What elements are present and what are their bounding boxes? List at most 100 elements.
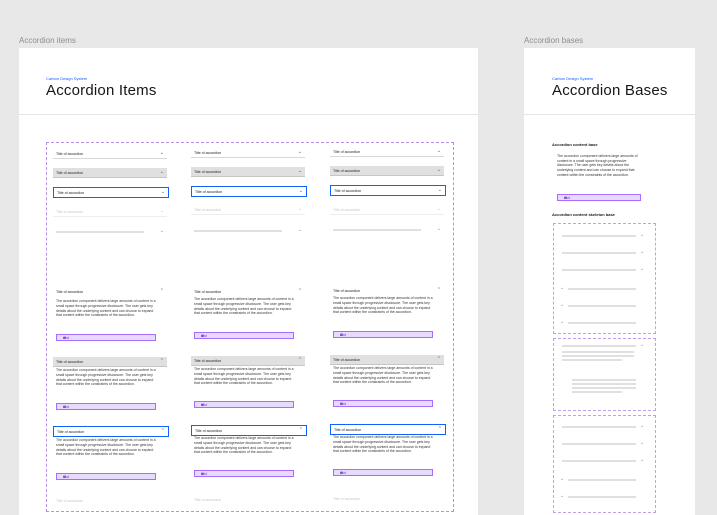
accordion-item-expanded[interactable]: Title of accordion ⌃ [53, 287, 167, 296]
slot-placeholder: ⇄ Slot [194, 401, 294, 408]
accordion-item-closed[interactable]: Title of accordion ⌄ [53, 149, 167, 159]
skeleton-bar [333, 229, 421, 231]
accordion-title: Title of accordion [56, 152, 84, 156]
chevron-down-icon: ⌄ [298, 188, 303, 194]
skeleton-line [562, 355, 634, 357]
accordion-item-expanded-hover[interactable]: Title of accordion ⌃ [330, 355, 444, 365]
accordion-title: Title of accordion [56, 499, 84, 503]
chevron-down-icon: ⌄ [297, 149, 302, 155]
chevron-down-icon: ⌄ [436, 226, 441, 232]
slot-placeholder: ⇄ Slot [194, 332, 294, 339]
chevron-down-icon: ⌄ [160, 189, 165, 195]
skeleton-line [562, 345, 636, 347]
skeleton-line [572, 379, 636, 381]
accordion-title: Title of accordion [333, 289, 361, 293]
chevron-up-icon: ⌃ [297, 357, 302, 363]
accordion-title: Title of accordion [195, 429, 223, 433]
accordion-item-focus[interactable]: Title of accordion ⌄ [53, 187, 169, 198]
slot-placeholder: ⇄ Slot [333, 400, 433, 407]
chevron-down-icon: ⌄ [159, 150, 164, 156]
accordion-item-expanded-disabled: Title of accordion [191, 495, 305, 504]
chevron-down-icon: ⌄ [436, 206, 441, 212]
chevron-down-icon: ⌄ [560, 319, 565, 325]
chevron-up-icon: ⌃ [436, 287, 441, 293]
chevron-down-icon: ⌄ [640, 457, 645, 463]
accordion-item-expanded-hover[interactable]: Title of accordion ⌃ [191, 356, 305, 366]
chevron-down-icon: ⌄ [560, 476, 565, 482]
accordion-body: The accordion component delivers large a… [56, 299, 156, 318]
slot-label: Slot [63, 336, 69, 340]
accordion-item-hover[interactable]: Title of accordion ⌄ [330, 166, 444, 176]
accordion-item-expanded[interactable]: Title of accordion ⌃ [191, 287, 305, 296]
chevron-down-icon: ⌄ [437, 187, 442, 193]
frame-header: Carbon Design System Accordion Items [19, 48, 478, 115]
eyebrow-text: Carbon Design System [46, 76, 88, 81]
accordion-item-expanded-focus[interactable]: Title of accordion ⌃ [330, 424, 446, 435]
chevron-down-icon: ⌄ [560, 493, 565, 499]
chevron-up-icon: ⌃ [159, 358, 164, 364]
slot-label: Slot [63, 475, 69, 479]
chevron-up-icon: ⌃ [297, 288, 302, 294]
chevron-down-icon: ⌄ [640, 342, 645, 348]
accordion-item-expanded-focus[interactable]: Title of accordion ⌃ [191, 425, 307, 436]
skeleton-line [568, 322, 636, 324]
skeleton-base-box: ⌄ ⌄ ⌄ ⌄ ⌄ ⌄ [553, 223, 656, 334]
accordion-title: Title of accordion [333, 208, 361, 212]
skeleton-line [562, 443, 636, 445]
accordion-title: Title of accordion [56, 210, 84, 214]
chevron-down-icon: ⌄ [436, 167, 441, 173]
accordion-item-focus[interactable]: Title of accordion ⌄ [191, 186, 307, 197]
frame-label-accordion-bases: Accordion bases [524, 36, 584, 45]
skeleton-line [572, 383, 636, 385]
accordion-item-hover[interactable]: Title of accordion ⌄ [53, 168, 167, 178]
accordion-body: The accordion component delivers large a… [56, 368, 156, 387]
accordion-item-expanded[interactable]: Title of accordion ⌃ [330, 286, 444, 295]
accordion-item-focus[interactable]: Title of accordion ⌄ [330, 185, 446, 196]
accordion-body: The accordion component delivers large a… [557, 154, 638, 177]
chevron-down-icon: ⌄ [560, 302, 565, 308]
accordion-title: Title of accordion [333, 150, 361, 154]
accordion-title: Title of accordion [194, 208, 222, 212]
accordion-title: Title of accordion [333, 497, 361, 501]
slot-placeholder: ⇄ Slot [333, 331, 433, 338]
accordion-body: The accordion component delivers large a… [194, 436, 294, 455]
chevron-down-icon: ⌄ [297, 168, 302, 174]
chevron-up-icon: ⌃ [436, 356, 441, 362]
chevron-up-icon: ⌃ [160, 428, 165, 434]
chevron-down-icon: ⌄ [640, 232, 645, 238]
skeleton-bar [194, 230, 282, 232]
skeleton-base-heading: Accordion content skeleton base [552, 212, 615, 217]
chevron-down-icon: ⌄ [297, 206, 302, 212]
accordion-item-closed[interactable]: Title of accordion ⌄ [330, 147, 444, 157]
accordion-title: Title of accordion [334, 428, 362, 432]
frame-header: Carbon Design System Accordion Bases [524, 48, 695, 115]
chevron-down-icon: ⌄ [159, 208, 164, 214]
slot-label: Slot [201, 403, 207, 407]
skeleton-line [568, 288, 636, 290]
accordion-item-closed[interactable]: Title of accordion ⌄ [191, 148, 305, 158]
accordion-title: Title of accordion [56, 290, 84, 294]
slot-label: Slot [63, 405, 69, 409]
accordion-title: Title of accordion [194, 170, 222, 174]
skeleton-line [562, 351, 634, 353]
slot-label: Slot [340, 333, 346, 337]
accordion-item-expanded-focus[interactable]: Title of accordion ⌃ [53, 426, 169, 437]
accordion-title: Title of accordion [57, 191, 85, 195]
slot-placeholder: ⇄ Slot [56, 473, 156, 480]
accordion-item-hover[interactable]: Title of accordion ⌄ [191, 167, 305, 177]
accordion-item-disabled: Title of accordion ⌄ [191, 205, 305, 215]
chevron-down-icon: ⌄ [560, 285, 565, 291]
accordion-item-disabled: Title of accordion ⌄ [53, 207, 167, 217]
skeleton-line [562, 252, 636, 254]
accordion-title: Title of accordion [56, 171, 84, 175]
accordion-title: Title of accordion [333, 169, 361, 173]
slot-placeholder: ⇄ Slot [194, 470, 294, 477]
accordion-title: Title of accordion [56, 360, 84, 364]
skeleton-line [562, 460, 636, 462]
chevron-down-icon: ⌄ [436, 148, 441, 154]
slot-placeholder: ⇄ Slot [56, 334, 156, 341]
accordion-item-expanded-hover[interactable]: Title of accordion ⌃ [53, 357, 167, 367]
slot-placeholder: ⇄ Slot [557, 194, 641, 201]
slot-label: Slot [340, 402, 346, 406]
accordion-body: The accordion component delivers large a… [56, 438, 156, 457]
